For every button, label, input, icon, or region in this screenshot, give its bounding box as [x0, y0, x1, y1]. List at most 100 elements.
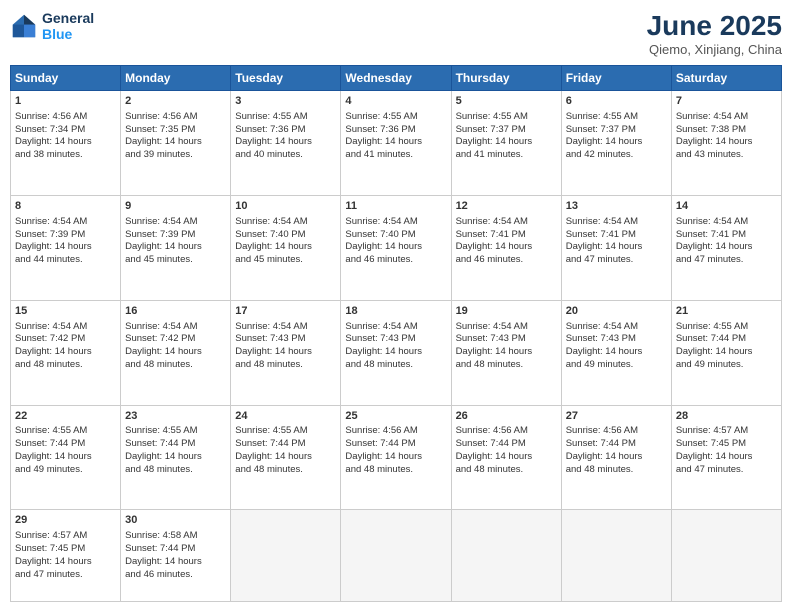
table-row — [341, 510, 451, 602]
title-block: June 2025 Qiemo, Xinjiang, China — [647, 10, 782, 57]
col-tuesday: Tuesday — [231, 66, 341, 91]
day-info: Sunrise: 4:55 AMSunset: 7:44 PMDaylight:… — [15, 425, 92, 474]
day-info: Sunrise: 4:54 AMSunset: 7:38 PMDaylight:… — [676, 111, 753, 160]
table-row — [671, 510, 781, 602]
day-info: Sunrise: 4:56 AMSunset: 7:35 PMDaylight:… — [125, 111, 202, 160]
table-row: 17 Sunrise: 4:54 AMSunset: 7:43 PMDayligh… — [231, 300, 341, 405]
table-row: 28Sunrise: 4:57 AMSunset: 7:45 PMDayligh… — [671, 405, 781, 510]
day-info: Sunrise: 4:54 AMSunset: 7:39 PMDaylight:… — [15, 216, 92, 265]
day-info: Sunrise: 4:55 AMSunset: 7:44 PMDaylight:… — [235, 425, 312, 474]
calendar-table: Sunday Monday Tuesday Wednesday Thursday… — [10, 65, 782, 602]
table-row — [231, 510, 341, 602]
table-row: 9 Sunrise: 4:54 AMSunset: 7:39 PMDaylight… — [121, 195, 231, 300]
table-row: 29 Sunrise: 4:57 AMSunset: 7:45 PMDayligh… — [11, 510, 121, 602]
day-number: 16 — [125, 304, 226, 319]
day-number: 15 — [15, 304, 116, 319]
day-info: Sunrise: 4:57 AMSunset: 7:45 PMDaylight:… — [676, 425, 753, 474]
table-row — [451, 510, 561, 602]
day-info: Sunrise: 4:55 AMSunset: 7:36 PMDaylight:… — [345, 111, 422, 160]
day-info: Sunrise: 4:54 AMSunset: 7:40 PMDaylight:… — [345, 216, 422, 265]
table-row: 13 Sunrise: 4:54 AMSunset: 7:41 PMDayligh… — [561, 195, 671, 300]
day-info: Sunrise: 4:55 AMSunset: 7:36 PMDaylight:… — [235, 111, 312, 160]
day-info: Sunrise: 4:55 AMSunset: 7:44 PMDaylight:… — [676, 321, 753, 370]
day-info: Sunrise: 4:54 AMSunset: 7:42 PMDaylight:… — [125, 321, 202, 370]
logo-icon — [10, 12, 38, 40]
table-row: 3 Sunrise: 4:55 AMSunset: 7:36 PMDaylight… — [231, 91, 341, 196]
day-number: 27 — [566, 409, 667, 424]
table-row: 2 Sunrise: 4:56 AMSunset: 7:35 PMDaylight… — [121, 91, 231, 196]
table-row: 5 Sunrise: 4:55 AMSunset: 7:37 PMDaylight… — [451, 91, 561, 196]
day-number: 25 — [345, 409, 446, 424]
col-monday: Monday — [121, 66, 231, 91]
day-info: Sunrise: 4:55 AMSunset: 7:44 PMDaylight:… — [125, 425, 202, 474]
day-number: 14 — [676, 199, 777, 214]
table-row: 10 Sunrise: 4:54 AMSunset: 7:40 PMDayligh… — [231, 195, 341, 300]
table-row: 1 Sunrise: 4:56 AMSunset: 7:34 PMDaylight… — [11, 91, 121, 196]
table-row: 26Sunrise: 4:56 AMSunset: 7:44 PMDayligh… — [451, 405, 561, 510]
day-number: 6 — [566, 94, 667, 109]
day-info: Sunrise: 4:56 AMSunset: 7:44 PMDaylight:… — [566, 425, 643, 474]
table-row: 12 Sunrise: 4:54 AMSunset: 7:41 PMDayligh… — [451, 195, 561, 300]
day-info: Sunrise: 4:54 AMSunset: 7:42 PMDaylight:… — [15, 321, 92, 370]
table-row: 25Sunrise: 4:56 AMSunset: 7:44 PMDayligh… — [341, 405, 451, 510]
day-number: 22 — [15, 409, 116, 424]
day-number: 12 — [456, 199, 557, 214]
day-info: Sunrise: 4:54 AMSunset: 7:40 PMDaylight:… — [235, 216, 312, 265]
day-number: 1 — [15, 94, 116, 109]
table-row: 7 Sunrise: 4:54 AMSunset: 7:38 PMDaylight… — [671, 91, 781, 196]
day-number: 7 — [676, 94, 777, 109]
table-row: 27Sunrise: 4:56 AMSunset: 7:44 PMDayligh… — [561, 405, 671, 510]
col-sunday: Sunday — [11, 66, 121, 91]
table-row: 18 Sunrise: 4:54 AMSunset: 7:43 PMDayligh… — [341, 300, 451, 405]
day-info: Sunrise: 4:56 AMSunset: 7:44 PMDaylight:… — [456, 425, 533, 474]
day-info: Sunrise: 4:54 AMSunset: 7:43 PMDaylight:… — [345, 321, 422, 370]
day-number: 19 — [456, 304, 557, 319]
day-number: 2 — [125, 94, 226, 109]
table-row: 24Sunrise: 4:55 AMSunset: 7:44 PMDayligh… — [231, 405, 341, 510]
day-number: 17 — [235, 304, 336, 319]
day-number: 28 — [676, 409, 777, 424]
table-row: 19Sunrise: 4:54 AMSunset: 7:43 PMDayligh… — [451, 300, 561, 405]
day-info: Sunrise: 4:54 AMSunset: 7:41 PMDaylight:… — [456, 216, 533, 265]
day-info: Sunrise: 4:54 AMSunset: 7:39 PMDaylight:… — [125, 216, 202, 265]
table-row: 8 Sunrise: 4:54 AMSunset: 7:39 PMDaylight… — [11, 195, 121, 300]
day-number: 24 — [235, 409, 336, 424]
table-row: 16 Sunrise: 4:54 AMSunset: 7:42 PMDayligh… — [121, 300, 231, 405]
day-number: 13 — [566, 199, 667, 214]
day-number: 10 — [235, 199, 336, 214]
location: Qiemo, Xinjiang, China — [647, 42, 782, 57]
day-number: 11 — [345, 199, 446, 214]
table-row: 21Sunrise: 4:55 AMSunset: 7:44 PMDayligh… — [671, 300, 781, 405]
day-number: 5 — [456, 94, 557, 109]
day-info: Sunrise: 4:54 AMSunset: 7:41 PMDaylight:… — [566, 216, 643, 265]
calendar-header-row: Sunday Monday Tuesday Wednesday Thursday… — [11, 66, 782, 91]
day-info: Sunrise: 4:56 AMSunset: 7:34 PMDaylight:… — [15, 111, 92, 160]
logo-text-bottom: Blue — [42, 26, 94, 42]
day-info: Sunrise: 4:54 AMSunset: 7:43 PMDaylight:… — [566, 321, 643, 370]
month-title: June 2025 — [647, 10, 782, 42]
table-row: 30Sunrise: 4:58 AMSunset: 7:44 PMDayligh… — [121, 510, 231, 602]
table-row: 4Sunrise: 4:55 AMSunset: 7:36 PMDaylight… — [341, 91, 451, 196]
table-row: 15 Sunrise: 4:54 AMSunset: 7:42 PMDayligh… — [11, 300, 121, 405]
col-thursday: Thursday — [451, 66, 561, 91]
day-info: Sunrise: 4:55 AMSunset: 7:37 PMDaylight:… — [456, 111, 533, 160]
day-number: 18 — [345, 304, 446, 319]
day-number: 9 — [125, 199, 226, 214]
col-wednesday: Wednesday — [341, 66, 451, 91]
day-info: Sunrise: 4:56 AMSunset: 7:44 PMDaylight:… — [345, 425, 422, 474]
table-row — [561, 510, 671, 602]
day-number: 29 — [15, 513, 116, 528]
day-info: Sunrise: 4:54 AMSunset: 7:43 PMDaylight:… — [235, 321, 312, 370]
day-info: Sunrise: 4:54 AMSunset: 7:41 PMDaylight:… — [676, 216, 753, 265]
table-row: 11 Sunrise: 4:54 AMSunset: 7:40 PMDayligh… — [341, 195, 451, 300]
logo: General Blue — [10, 10, 94, 42]
day-number: 8 — [15, 199, 116, 214]
day-info: Sunrise: 4:57 AMSunset: 7:45 PMDaylight:… — [15, 530, 92, 579]
day-number: 20 — [566, 304, 667, 319]
day-number: 23 — [125, 409, 226, 424]
day-number: 3 — [235, 94, 336, 109]
table-row: 14 Sunrise: 4:54 AMSunset: 7:41 PMDayligh… — [671, 195, 781, 300]
day-info: Sunrise: 4:58 AMSunset: 7:44 PMDaylight:… — [125, 530, 202, 579]
logo-text-top: General — [42, 10, 94, 26]
col-saturday: Saturday — [671, 66, 781, 91]
